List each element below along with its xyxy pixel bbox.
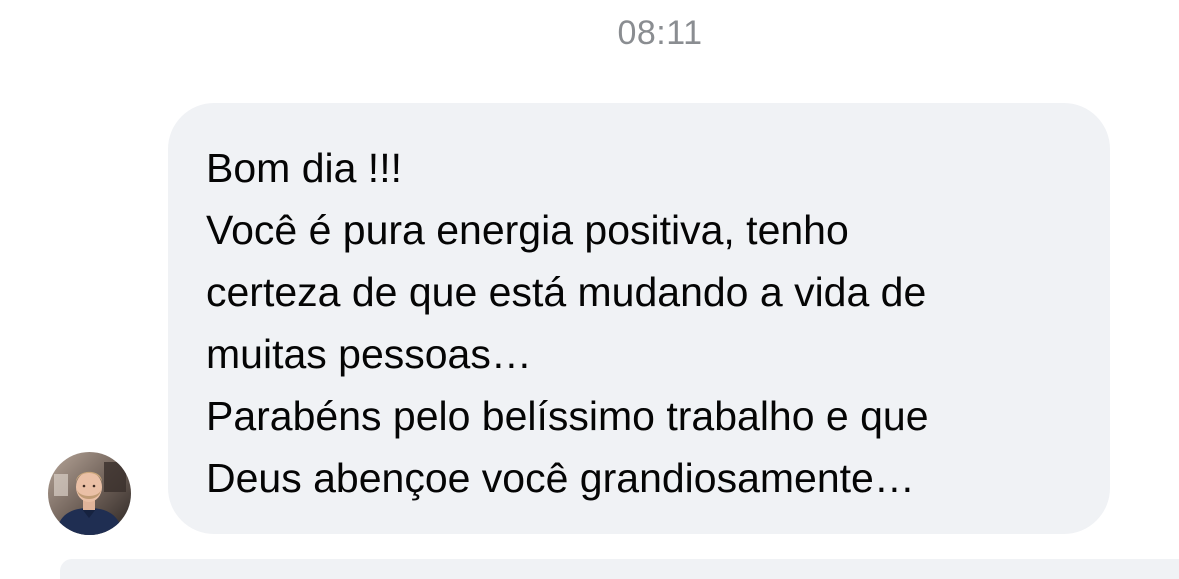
sender-avatar[interactable] — [48, 452, 131, 535]
message-line: Você é pura energia positiva, tenho — [206, 207, 849, 253]
message-line: Deus abençoe você grandiosamente… — [206, 455, 915, 501]
message-timestamp: 08:11 — [617, 14, 703, 52]
message-line: certeza de que está mudando a vida de — [206, 269, 927, 315]
user-avatar-icon — [48, 452, 131, 535]
message-line: Bom dia !!! — [206, 145, 402, 191]
message-bubble[interactable]: Bom dia !!! Você é pura energia positiva… — [168, 103, 1110, 534]
message-line: muitas pessoas… — [206, 331, 532, 377]
next-message-bubble — [60, 559, 1179, 579]
message-line: Parabéns pelo belíssimo trabalho e que — [206, 393, 929, 439]
